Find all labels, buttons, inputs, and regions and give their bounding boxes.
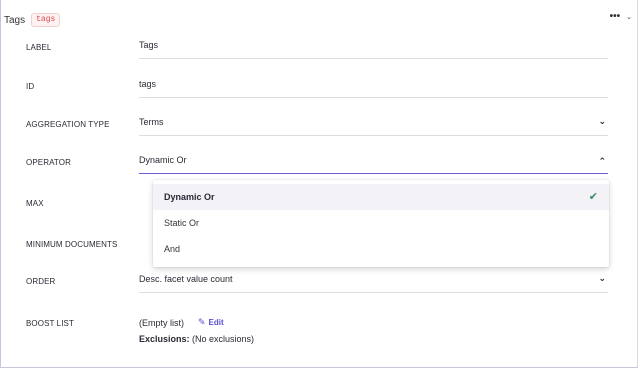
option-label: And: [164, 244, 181, 254]
chevron-up-icon: ⌃: [598, 156, 606, 166]
pencil-icon: ✎: [198, 317, 206, 327]
label-input[interactable]: Tags: [139, 32, 608, 59]
dropdown-option-dynamic-or[interactable]: Dynamic Or ✔: [153, 184, 609, 210]
dropdown-option-static-or[interactable]: Static Or: [153, 210, 609, 236]
field-label: ID: [26, 81, 35, 91]
order-select[interactable]: Desc. facet value count ⌄: [139, 266, 608, 293]
exclusions-value: (No exclusions): [192, 334, 255, 344]
option-label: Dynamic Or: [164, 192, 215, 202]
chevron-down-icon: ⌄: [598, 116, 606, 126]
field-label: AGGREGATION TYPE: [26, 119, 110, 129]
edit-boost-list-link[interactable]: ✎ Edit: [198, 317, 224, 328]
aggregation-type-value: Terms: [139, 117, 164, 127]
operator-dropdown-menu: Dynamic Or ✔ Static Or And: [153, 180, 609, 267]
field-badge: tags: [31, 13, 61, 27]
row-boost-list: BOOST LIST: [0, 304, 640, 342]
aggregation-type-select[interactable]: Terms ⌄: [139, 109, 608, 136]
field-label: BOOST LIST: [26, 318, 74, 328]
id-input[interactable]: tags: [139, 71, 608, 98]
field-label: LABEL: [26, 42, 52, 52]
panel-title: Tags: [4, 14, 26, 26]
label-input-value: Tags: [139, 40, 159, 50]
dropdown-option-and[interactable]: And: [153, 236, 609, 262]
row-id: ID tags: [0, 67, 640, 105]
chevron-down-icon: ⌄: [598, 273, 606, 283]
edit-label: Edit: [208, 318, 224, 327]
exclusions-line: Exclusions: (No exclusions): [139, 334, 254, 344]
row-order: ORDER Desc. facet value count ⌄: [0, 262, 640, 300]
panel-header: Tags tags: [4, 12, 61, 28]
boost-list-value: (Empty list) ✎ Edit: [139, 317, 224, 328]
field-label: MAX: [26, 198, 44, 208]
operator-select[interactable]: Dynamic Or ⌃: [139, 147, 608, 174]
row-aggregation-type: AGGREGATION TYPE Terms ⌄: [0, 105, 640, 143]
option-label: Static Or: [164, 218, 200, 228]
field-label: OPERATOR: [26, 157, 71, 167]
boost-list-empty: (Empty list): [139, 317, 184, 328]
field-label: ORDER: [26, 276, 56, 286]
id-input-value: tags: [139, 79, 157, 89]
row-operator: OPERATOR Dynamic Or ⌃: [0, 143, 640, 181]
chevron-down-icon[interactable]: ⌄: [626, 13, 632, 21]
order-value: Desc. facet value count: [139, 274, 233, 284]
header-actions: ••• ⌄: [610, 12, 632, 22]
more-horizontal-icon[interactable]: •••: [610, 12, 621, 22]
check-icon: ✔: [588, 191, 598, 203]
operator-value: Dynamic Or: [139, 155, 187, 165]
field-label: MINIMUM DOCUMENTS: [26, 239, 118, 249]
exclusions-label: Exclusions:: [139, 334, 190, 344]
row-label: LABEL Tags: [0, 28, 640, 66]
